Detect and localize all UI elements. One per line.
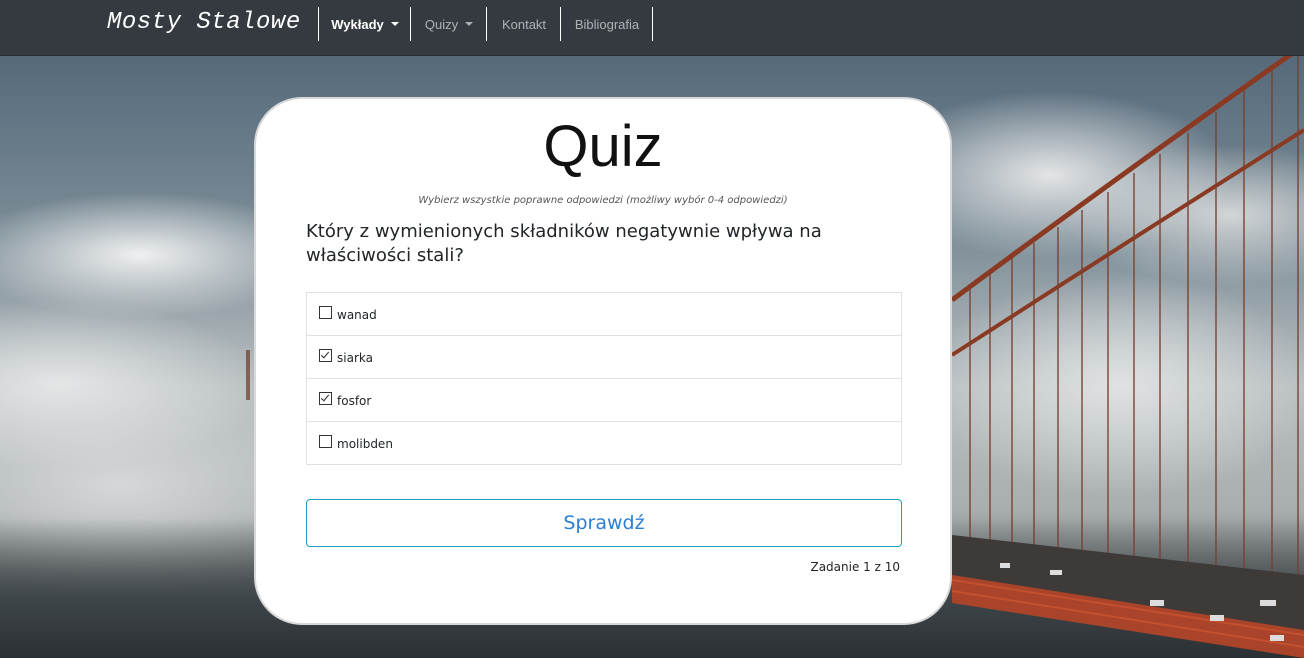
task-progress: Zadanie 1 z 10 — [810, 560, 900, 574]
nav-item-label: Quizy — [424, 16, 459, 32]
chevron-down-icon — [390, 22, 399, 26]
quiz-instruction: Wybierz wszystkie poprawne odpowiedzi (m… — [418, 195, 788, 206]
checkbox[interactable] — [319, 305, 332, 319]
nav-item-label: Wykłady — [331, 16, 384, 32]
nav-item-quizy[interactable]: Quizy — [410, 7, 487, 41]
question-text: Który z wymienionych składników negatywn… — [306, 221, 822, 266]
answer-label: molibden — [337, 437, 393, 451]
site-brand[interactable]: Mosty Stalowe — [107, 9, 301, 36]
top-navbar: Mosty Stalowe Wykłady Quizy Kontakt Bibl… — [0, 0, 1304, 56]
answer-label: siarka — [337, 351, 373, 365]
quiz-card: Quiz Wybierz wszystkie poprawne odpowied… — [254, 97, 952, 625]
nav-item-label: Bibliografia — [574, 16, 640, 32]
checkbox-checked[interactable] — [319, 391, 332, 405]
quiz-title: Quiz — [543, 114, 663, 179]
nav-item-wyklady[interactable]: Wykłady — [318, 7, 411, 41]
answer-option-siarka[interactable]: siarka — [307, 335, 901, 378]
answer-option-fosfor[interactable]: fosfor — [307, 378, 901, 421]
answer-option-wanad[interactable]: wanad — [307, 293, 901, 335]
answer-label: fosfor — [337, 394, 372, 408]
check-answers-button[interactable]: Sprawdź — [306, 499, 902, 547]
nav-item-bibliografia[interactable]: Bibliografia — [560, 7, 653, 41]
answer-label: wanad — [337, 308, 377, 322]
nav-item-kontakt[interactable]: Kontakt — [486, 7, 561, 41]
answer-option-molibden[interactable]: molibden — [307, 421, 901, 464]
checkbox-checked[interactable] — [319, 348, 332, 362]
answer-list: wanad siarka fosfor molibden — [306, 292, 902, 465]
nav-item-label: Kontakt — [501, 16, 547, 32]
chevron-down-icon — [465, 22, 474, 26]
nav-divider — [652, 7, 653, 41]
checkbox[interactable] — [319, 434, 332, 448]
